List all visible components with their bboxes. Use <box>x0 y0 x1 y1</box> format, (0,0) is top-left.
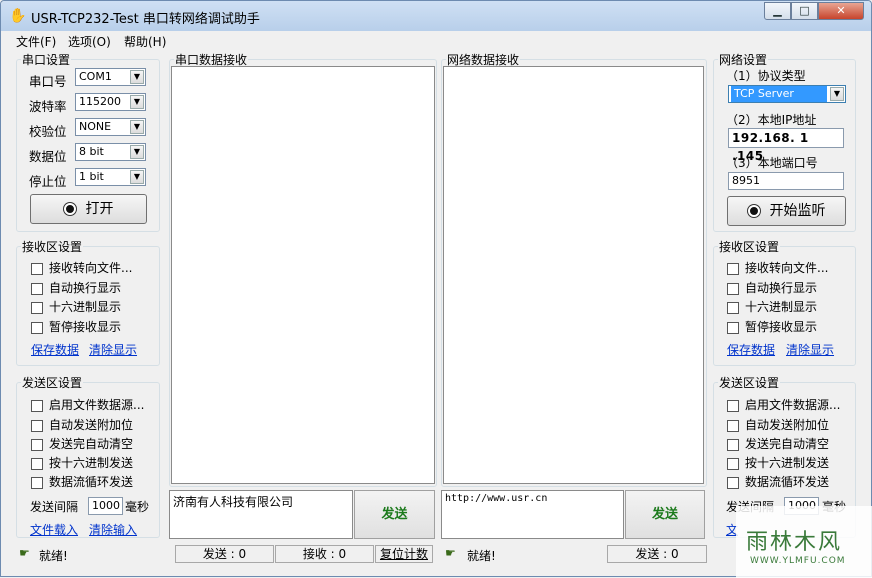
left-clear-display-link[interactable]: 清除显示 <box>89 341 137 358</box>
left-pause-display-checkbox[interactable]: 暂停接收显示 <box>31 318 121 335</box>
protocol-select[interactable]: TCP Server ▼ <box>728 85 846 103</box>
left-file-load-link[interactable]: 文件载入 <box>30 521 78 538</box>
app-window: ✋ USR-TCP232-Test 串口转网络调试助手 ▁ □ ✕ 文件(F) … <box>0 0 872 578</box>
right-append-bits-checkbox[interactable]: 自动发送附加位 <box>727 416 829 433</box>
databits-label: 数据位 <box>29 149 67 164</box>
right-file-source-checkbox[interactable]: 启用文件数据源... <box>727 396 840 413</box>
right-save-data-link[interactable]: 保存数据 <box>727 341 775 358</box>
right-pause-display-checkbox[interactable]: 暂停接收显示 <box>727 318 817 335</box>
chevron-down-icon: ▼ <box>130 70 144 84</box>
status-right-text: 就绪! <box>467 549 496 563</box>
left-recv-to-file-checkbox[interactable]: 接收转向文件... <box>31 259 132 276</box>
sent-count-left: 发送 : 0 <box>175 545 274 563</box>
start-listen-button[interactable]: 开始监听 <box>727 196 846 226</box>
baud-label: 波特率 <box>29 99 67 114</box>
chevron-down-icon: ▼ <box>130 170 144 184</box>
network-settings-legend: 网络设置 <box>718 51 769 68</box>
chevron-down-icon: ▼ <box>130 120 144 134</box>
status-hand-icon: ☛ <box>445 546 456 560</box>
serial-settings-legend: 串口设置 <box>21 51 72 68</box>
recv-settings-right-legend: 接收区设置 <box>718 238 781 255</box>
serial-recv-area[interactable] <box>171 66 435 484</box>
left-interval-label: 发送间隔 <box>30 500 79 514</box>
left-hex-send-checkbox[interactable]: 按十六进制发送 <box>31 454 133 471</box>
parity-label: 校验位 <box>29 124 67 139</box>
stopbits-label: 停止位 <box>29 174 67 189</box>
ip-label: （2）本地IP地址 <box>726 113 817 127</box>
right-auto-wrap-checkbox[interactable]: 自动换行显示 <box>727 279 817 296</box>
local-port-input[interactable]: 8951 <box>728 172 844 190</box>
record-icon <box>747 205 760 217</box>
left-clear-input-link[interactable]: 清除输入 <box>89 521 137 538</box>
left-interval-input[interactable]: 1000 <box>88 497 123 515</box>
send-settings-left-legend: 发送区设置 <box>21 374 84 391</box>
left-interval-unit: 毫秒 <box>125 500 150 514</box>
parity-select[interactable]: NONE ▼ <box>75 118 146 136</box>
send-settings-right-legend: 发送区设置 <box>718 374 781 391</box>
status-left-text: 就绪! <box>39 549 68 563</box>
baud-select[interactable]: 115200 ▼ <box>75 93 146 111</box>
left-auto-clear-checkbox[interactable]: 发送完自动清空 <box>31 435 133 452</box>
status-hand-icon: ☛ <box>19 546 30 560</box>
watermark-logo: 雨林木风 WWW.YLMFU.COM <box>736 506 872 578</box>
right-clear-display-link[interactable]: 清除显示 <box>786 341 834 358</box>
right-hex-display-checkbox[interactable]: 十六进制显示 <box>727 298 817 315</box>
chevron-down-icon: ▼ <box>130 145 144 159</box>
left-file-source-checkbox[interactable]: 启用文件数据源... <box>31 396 144 413</box>
port-label: 串口号 <box>29 74 67 89</box>
left-auto-wrap-checkbox[interactable]: 自动换行显示 <box>31 279 121 296</box>
net-send-button[interactable]: 发送 <box>625 490 705 539</box>
recv-count-left: 接收 : 0 <box>275 545 374 563</box>
left-save-data-link[interactable]: 保存数据 <box>31 341 79 358</box>
left-append-bits-checkbox[interactable]: 自动发送附加位 <box>31 416 133 433</box>
left-hex-display-checkbox[interactable]: 十六进制显示 <box>31 298 121 315</box>
record-icon <box>63 203 76 215</box>
chevron-down-icon: ▼ <box>830 87 844 101</box>
right-loop-send-checkbox[interactable]: 数据流循环发送 <box>727 473 829 490</box>
minimize-button[interactable]: ▁ <box>764 2 791 20</box>
databits-select[interactable]: 8 bit ▼ <box>75 143 146 161</box>
right-hex-send-checkbox[interactable]: 按十六进制发送 <box>727 454 829 471</box>
menu-help[interactable]: 帮助(H) <box>124 33 166 50</box>
protocol-label: （1）协议类型 <box>726 69 806 83</box>
title-bar: ✋ USR-TCP232-Test 串口转网络调试助手 ▁ □ ✕ <box>1 1 871 31</box>
menu-file[interactable]: 文件(F) <box>16 33 56 50</box>
left-loop-send-checkbox[interactable]: 数据流循环发送 <box>31 473 133 490</box>
close-button[interactable]: ✕ <box>818 2 864 20</box>
chevron-down-icon: ▼ <box>130 95 144 109</box>
serial-send-button[interactable]: 发送 <box>354 490 435 539</box>
menu-options[interactable]: 选项(O) <box>68 33 111 50</box>
reset-count-button[interactable]: 复位计数 <box>375 545 433 563</box>
window-title: USR-TCP232-Test 串口转网络调试助手 <box>31 12 260 27</box>
recv-settings-left-legend: 接收区设置 <box>21 238 84 255</box>
menu-bar: 文件(F) 选项(O) 帮助(H) <box>2 31 871 50</box>
stopbits-select[interactable]: 1 bit ▼ <box>75 168 146 186</box>
local-port-label: （3）本地端口号 <box>726 156 818 170</box>
ip-input[interactable]: 192.168. 1 .145 <box>728 128 844 163</box>
app-icon: ✋ <box>9 8 27 24</box>
serial-send-input[interactable]: 济南有人科技有限公司 <box>169 490 353 539</box>
right-auto-clear-checkbox[interactable]: 发送完自动清空 <box>727 435 829 452</box>
net-recv-area[interactable] <box>443 66 704 484</box>
port-select[interactable]: COM1 ▼ <box>75 68 146 86</box>
right-recv-to-file-checkbox[interactable]: 接收转向文件... <box>727 259 828 276</box>
open-port-button[interactable]: 打开 <box>30 194 147 224</box>
net-send-input[interactable]: http://www.usr.cn <box>441 490 624 539</box>
sent-count-right: 发送 : 0 <box>607 545 707 563</box>
maximize-button[interactable]: □ <box>791 2 818 20</box>
